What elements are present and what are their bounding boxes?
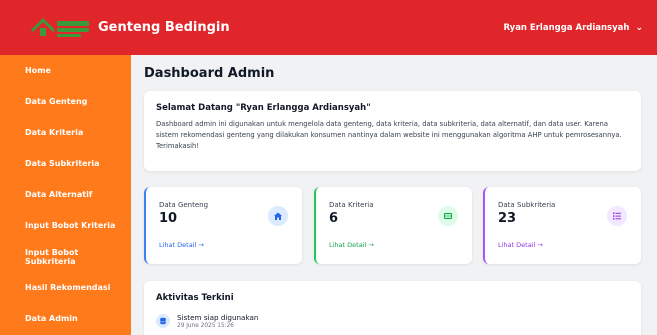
sidebar-item-label: Home xyxy=(25,66,51,75)
stat-card-data-kriteria: Data Kriteria 6 Lihat Detail → xyxy=(314,187,472,264)
sidebar-item-data-admin[interactable]: Data Admin xyxy=(0,303,131,334)
main-content: Dashboard Admin Selamat Datang "Ryan Erl… xyxy=(131,55,657,335)
sidebar-item-data-genteng[interactable]: Data Genteng xyxy=(0,86,131,117)
view-detail-link[interactable]: Lihat Detail → xyxy=(498,241,543,249)
user-menu[interactable]: Ryan Erlangga Ardiansyah ⌄ xyxy=(503,23,643,33)
app-logo[interactable] xyxy=(30,13,92,43)
view-detail-link[interactable]: Lihat Detail → xyxy=(159,241,204,249)
app-title: Genteng Bedingin xyxy=(98,20,230,35)
welcome-card: Selamat Datang "Ryan Erlangga Ardiansyah… xyxy=(144,91,641,171)
stat-card-data-subkriteria: Data Subkriteria 23 Lihat Detail → xyxy=(483,187,641,264)
sidebar-item-label: Data Kriteria xyxy=(25,128,84,137)
sidebar: Home Data Genteng Data Kriteria Data Sub… xyxy=(0,55,131,335)
page-title: Dashboard Admin xyxy=(144,66,275,81)
sidebar-item-label: Data Genteng xyxy=(25,97,88,106)
sidebar-item-label: Input Bobot Subkriteria xyxy=(25,247,79,266)
activity-title: Aktivitas Terkini xyxy=(156,293,234,303)
sidebar-item-input-bobot-kriteria[interactable]: Input Bobot Kriteria xyxy=(0,210,131,241)
sidebar-item-input-bobot-subkriteria[interactable]: Input Bobot Subkriteria xyxy=(0,241,131,272)
sidebar-item-data-kriteria[interactable]: Data Kriteria xyxy=(0,117,131,148)
sidebar-item-label: Data Admin xyxy=(25,314,78,323)
sidebar-item-data-subkriteria[interactable]: Data Subkriteria xyxy=(0,148,131,179)
user-name: Ryan Erlangga Ardiansyah xyxy=(503,22,630,33)
view-detail-link[interactable]: Lihat Detail → xyxy=(329,241,374,249)
list-icon xyxy=(607,206,627,226)
stat-card-data-genteng: Data Genteng 10 Lihat Detail → xyxy=(144,187,302,264)
sidebar-item-data-alternatif[interactable]: Data Alternatif xyxy=(0,179,131,210)
sidebar-item-label: Data Alternatif xyxy=(25,190,93,199)
top-bar: Genteng Bedingin Ryan Erlangga Ardiansya… xyxy=(0,0,657,55)
database-icon xyxy=(156,314,170,328)
sidebar-item-label: Data Subkriteria xyxy=(25,159,100,168)
activity-card: Aktivitas Terkini Sistem siap digunakan … xyxy=(144,281,641,335)
welcome-title: Selamat Datang "Ryan Erlangga Ardiansyah… xyxy=(156,103,371,113)
sidebar-item-home[interactable]: Home xyxy=(0,55,131,86)
chevron-down-icon: ⌄ xyxy=(635,22,643,33)
roof-logo-icon xyxy=(30,18,89,37)
sidebar-item-label: Hasil Rekomendasi xyxy=(25,283,111,292)
welcome-text: Dashboard admin ini digunakan untuk meng… xyxy=(156,120,622,150)
table-icon xyxy=(438,206,458,226)
list-item: Sistem siap digunakan 29 June 2025 15:26 xyxy=(156,313,629,329)
sidebar-item-label: Input Bobot Kriteria xyxy=(25,221,116,230)
activity-text: Sistem siap digunakan xyxy=(177,313,259,322)
sidebar-item-hasil-rekomendasi[interactable]: Hasil Rekomendasi xyxy=(0,272,131,303)
home-icon xyxy=(268,206,288,226)
activity-time: 29 June 2025 15:26 xyxy=(177,323,234,329)
